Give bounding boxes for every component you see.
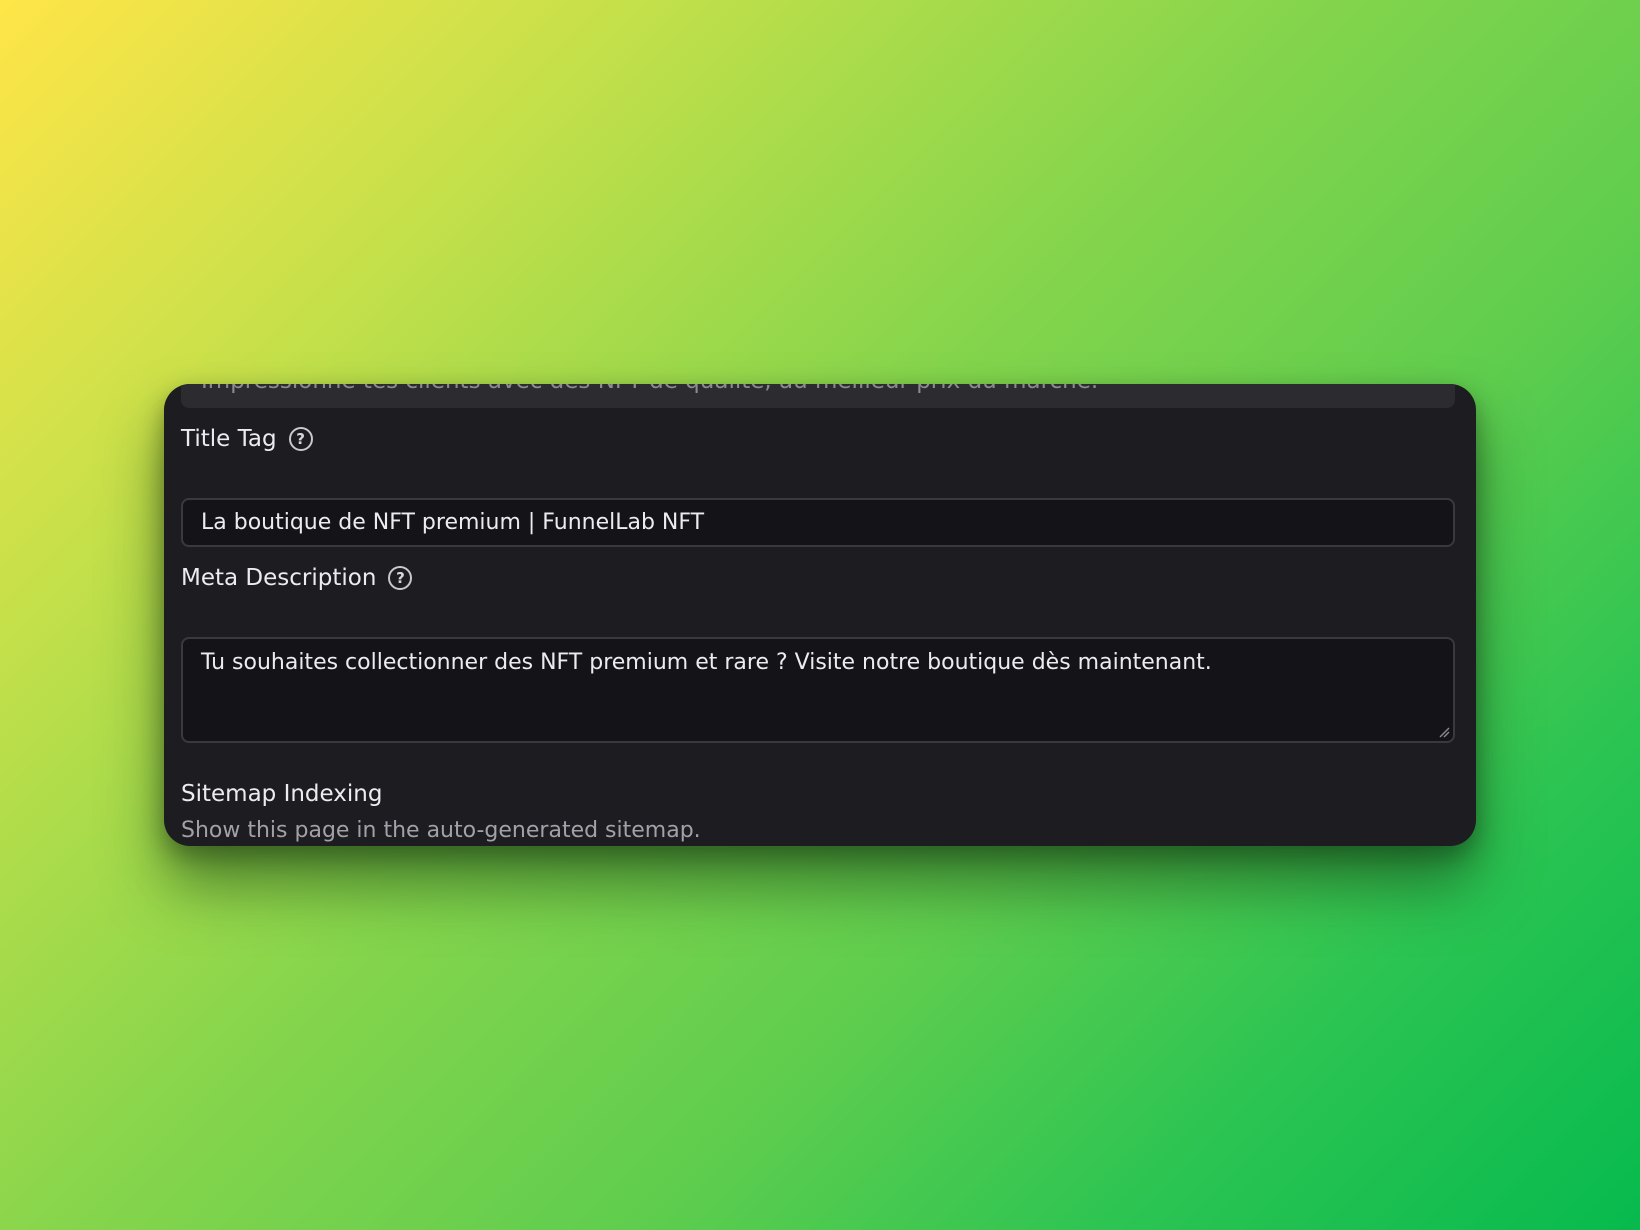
meta-description-label: Meta Description — [181, 565, 377, 591]
meta-description-value: Tu souhaites collectionner des NFT premi… — [201, 650, 1212, 675]
title-tag-input[interactable]: La boutique de NFT premium | FunnelLab N… — [181, 498, 1455, 547]
meta-description-label-row: Meta Description ? — [181, 565, 413, 591]
question-circle-icon[interactable]: ? — [288, 427, 313, 451]
sitemap-indexing-description: Show this page in the auto-generated sit… — [181, 818, 701, 843]
title-tag-label: Title Tag — [181, 426, 277, 452]
sitemap-indexing-title: Sitemap Indexing — [181, 781, 383, 807]
resize-handle-icon[interactable] — [1438, 726, 1450, 738]
title-tag-label-row: Title Tag ? — [181, 426, 313, 452]
seo-settings-panel: Impressionne tes clients avec des NFT de… — [164, 384, 1476, 846]
question-circle-icon[interactable]: ? — [388, 566, 413, 590]
meta-description-textarea[interactable]: Tu souhaites collectionner des NFT premi… — [181, 637, 1455, 743]
previous-field-value: Impressionne tes clients avec des NFT de… — [201, 384, 1098, 394]
previous-field-input[interactable]: Impressionne tes clients avec des NFT de… — [181, 384, 1455, 408]
